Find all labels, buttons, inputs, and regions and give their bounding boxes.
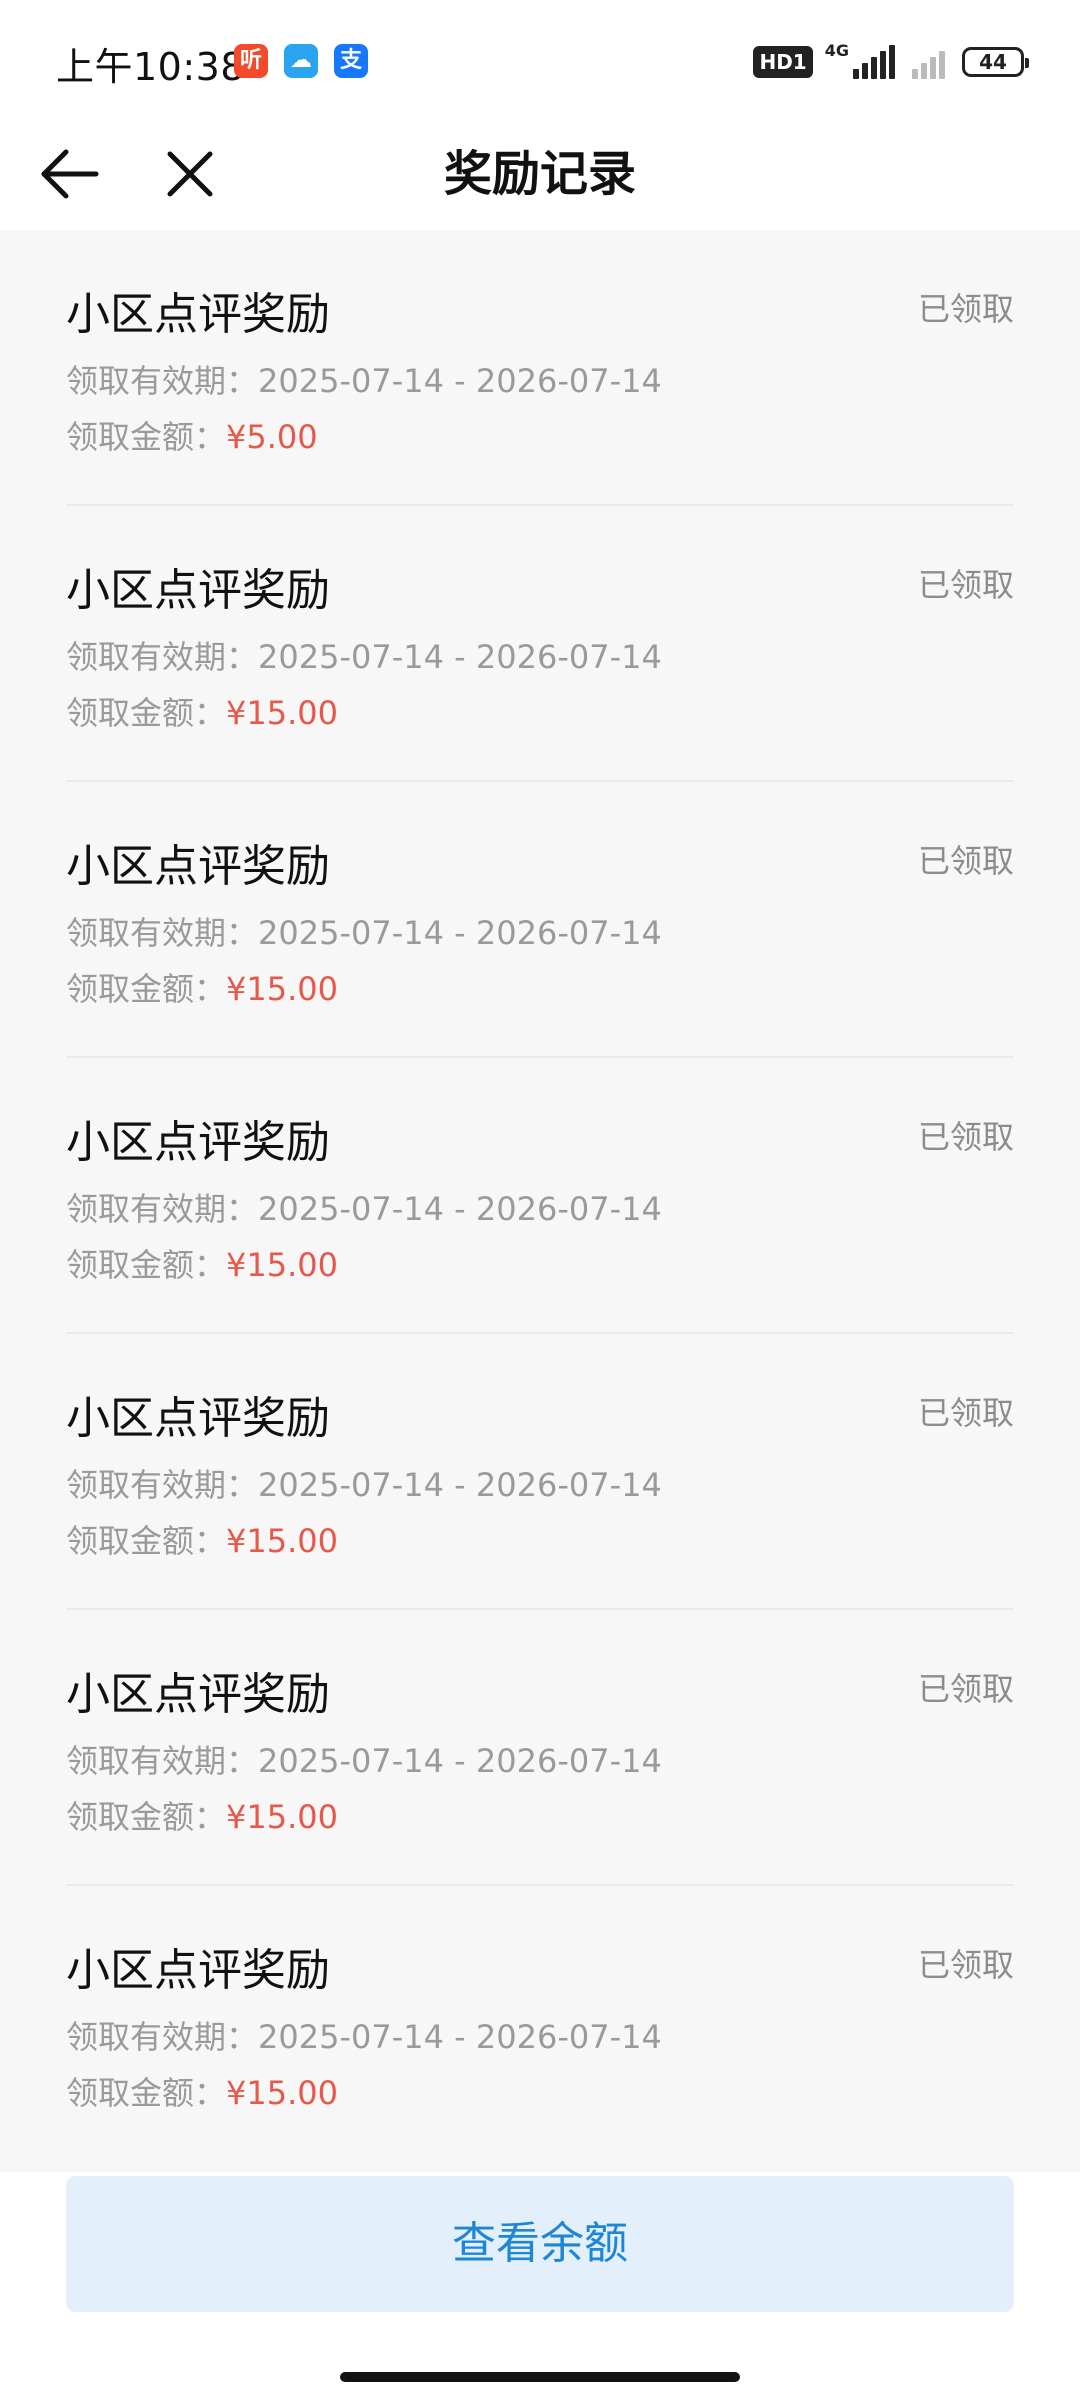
- reward-status: 已领取: [917, 1118, 1014, 1156]
- reward-title: 小区点评奖励: [66, 289, 330, 340]
- validity-value: 2025-07-14 - 2026-07-14: [258, 2018, 662, 2056]
- reward-amount: 领取金额：¥15.00: [66, 1792, 338, 1838]
- validity-label: 领取有效期：: [66, 1466, 259, 1504]
- reward-amount: 领取金额：¥15.00: [66, 1240, 338, 1286]
- reward-amount: 领取金额：¥5.00: [66, 412, 318, 458]
- network-type-label: 4G: [824, 40, 849, 60]
- reward-title: 小区点评奖励: [66, 1945, 330, 1996]
- reward-validity: 领取有效期：2025-07-14 - 2026-07-14: [66, 632, 662, 678]
- reward-validity: 领取有效期：2025-07-14 - 2026-07-14: [66, 1184, 662, 1230]
- validity-label: 领取有效期：: [66, 914, 259, 952]
- reward-validity: 领取有效期：2025-07-14 - 2026-07-14: [66, 356, 662, 402]
- reward-record-item[interactable]: 小区点评奖励 已领取 领取有效期：2025-07-14 - 2026-07-14…: [66, 230, 1014, 506]
- reward-title: 小区点评奖励: [66, 841, 330, 892]
- amount-label: 领取金额：: [66, 418, 227, 456]
- view-balance-button[interactable]: 查看余额: [66, 2176, 1014, 2312]
- alipay-app-icon: 支: [334, 44, 368, 78]
- status-bar: 上午10:38 听 ☁ 支 HD1 4G 44: [0, 0, 1080, 118]
- status-time: 上午10:38: [56, 45, 246, 89]
- reward-amount: 领取金额：¥15.00: [66, 964, 338, 1010]
- validity-value: 2025-07-14 - 2026-07-14: [258, 1742, 662, 1780]
- reward-amount: 领取金额：¥15.00: [66, 688, 338, 734]
- reward-title: 小区点评奖励: [66, 1117, 330, 1168]
- bottom-action-area: 查看余额: [0, 2172, 1080, 2400]
- reward-title: 小区点评奖励: [66, 1669, 330, 1720]
- reward-record-item[interactable]: 小区点评奖励 已领取 领取有效期：2025-07-14 - 2026-07-14…: [66, 1334, 1014, 1610]
- validity-value: 2025-07-14 - 2026-07-14: [258, 914, 662, 952]
- reward-validity: 领取有效期：2025-07-14 - 2026-07-14: [66, 908, 662, 954]
- nav-bar: 奖励记录: [0, 118, 1080, 230]
- amount-value: ¥15.00: [226, 970, 338, 1008]
- amount-label: 领取金额：: [66, 970, 227, 1008]
- reward-status: 已领取: [917, 290, 1014, 328]
- cloud-app-icon: ☁: [284, 44, 318, 78]
- hd-icon: HD1: [753, 46, 813, 78]
- reward-record-item[interactable]: 小区点评奖励 已领取 领取有效期：2025-07-14 - 2026-07-14…: [66, 1610, 1014, 1886]
- amount-label: 领取金额：: [66, 694, 227, 732]
- validity-value: 2025-07-14 - 2026-07-14: [258, 1190, 662, 1228]
- reward-title: 小区点评奖励: [66, 565, 330, 616]
- validity-label: 领取有效期：: [66, 362, 259, 400]
- reward-status: 已领取: [917, 842, 1014, 880]
- home-indicator[interactable]: [340, 2372, 740, 2382]
- amount-value: ¥15.00: [226, 1522, 338, 1560]
- validity-label: 领取有效期：: [66, 638, 259, 676]
- battery-icon: 44: [962, 47, 1029, 77]
- validity-label: 领取有效期：: [66, 1742, 259, 1780]
- status-indicators: HD1 4G 44: [753, 40, 1029, 84]
- reward-status: 已领取: [917, 1946, 1014, 1984]
- reward-amount: 领取金额：¥15.00: [66, 1516, 338, 1562]
- reward-record-item[interactable]: 小区点评奖励 已领取 领取有效期：2025-07-14 - 2026-07-14…: [66, 1886, 1014, 2162]
- reward-record-list: 小区点评奖励 已领取 领取有效期：2025-07-14 - 2026-07-14…: [0, 230, 1080, 2162]
- validity-label: 领取有效期：: [66, 1190, 259, 1228]
- reward-record-item[interactable]: 小区点评奖励 已领取 领取有效期：2025-07-14 - 2026-07-14…: [66, 506, 1014, 782]
- validity-value: 2025-07-14 - 2026-07-14: [258, 362, 662, 400]
- reward-record-item[interactable]: 小区点评奖励 已领取 领取有效期：2025-07-14 - 2026-07-14…: [66, 782, 1014, 1058]
- reward-status: 已领取: [917, 1670, 1014, 1708]
- reward-validity: 领取有效期：2025-07-14 - 2026-07-14: [66, 1460, 662, 1506]
- amount-label: 领取金额：: [66, 2074, 227, 2112]
- reward-validity: 领取有效期：2025-07-14 - 2026-07-14: [66, 1736, 662, 1782]
- validity-label: 领取有效期：: [66, 2018, 259, 2056]
- listen-app-icon: 听: [234, 44, 268, 78]
- validity-value: 2025-07-14 - 2026-07-14: [258, 638, 662, 676]
- amount-value: ¥15.00: [226, 694, 338, 732]
- reward-record-item[interactable]: 小区点评奖励 已领取 领取有效期：2025-07-14 - 2026-07-14…: [66, 1058, 1014, 1334]
- signal-strength-icon: [853, 45, 898, 79]
- reward-title: 小区点评奖励: [66, 1393, 330, 1444]
- amount-value: ¥5.00: [226, 418, 318, 456]
- validity-value: 2025-07-14 - 2026-07-14: [258, 1466, 662, 1504]
- secondary-signal-icon: [912, 45, 948, 79]
- amount-value: ¥15.00: [226, 1798, 338, 1836]
- amount-label: 领取金额：: [66, 1798, 227, 1836]
- reward-amount: 领取金额：¥15.00: [66, 2068, 338, 2114]
- amount-label: 领取金额：: [66, 1522, 227, 1560]
- amount-value: ¥15.00: [226, 2074, 338, 2112]
- reward-status: 已领取: [917, 566, 1014, 604]
- page-title: 奖励记录: [443, 146, 636, 202]
- amount-value: ¥15.00: [226, 1246, 338, 1284]
- battery-level: 44: [979, 50, 1007, 74]
- reward-status: 已领取: [917, 1394, 1014, 1432]
- amount-label: 领取金额：: [66, 1246, 227, 1284]
- reward-validity: 领取有效期：2025-07-14 - 2026-07-14: [66, 2012, 662, 2058]
